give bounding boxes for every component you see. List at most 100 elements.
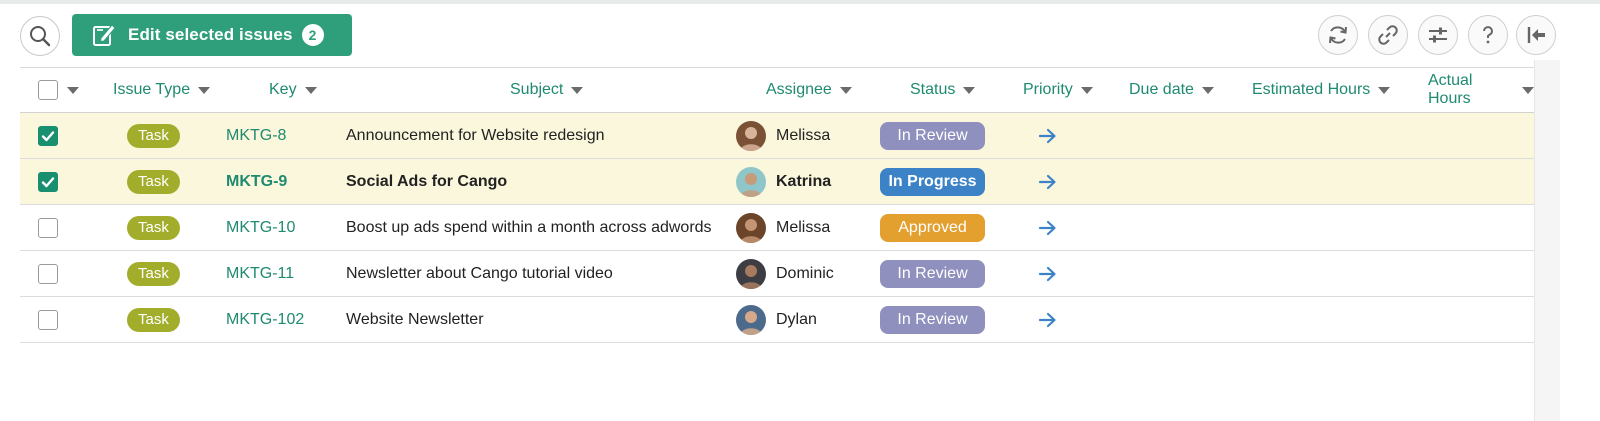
status-cell[interactable]: Approved [880, 205, 985, 250]
row-select[interactable] [38, 297, 58, 342]
row-checkbox[interactable] [38, 171, 58, 192]
issue-key-link[interactable]: MKTG-10 [226, 219, 295, 237]
assignee-cell[interactable]: Melissa [736, 113, 830, 158]
collapse-panel-button[interactable] [1516, 15, 1556, 55]
table-row[interactable]: Task MKTG-8 Announcement for Website red… [20, 113, 1534, 159]
sort-caret-icon[interactable] [963, 86, 976, 94]
subject-cell[interactable]: Website Newsletter [346, 297, 484, 342]
sort-caret-icon[interactable] [198, 86, 211, 94]
sort-caret-icon[interactable] [571, 86, 584, 94]
subject-cell[interactable]: Boost up ads spend within a month across… [346, 205, 712, 250]
issue-key-link[interactable]: MKTG-11 [226, 265, 294, 283]
issue-key-link[interactable]: MKTG-8 [226, 127, 286, 145]
issue-type-badge: Task [127, 123, 180, 148]
key-cell[interactable]: MKTG-10 [226, 205, 295, 250]
row-checkbox[interactable] [38, 125, 58, 146]
sort-caret-icon[interactable] [1378, 86, 1391, 94]
assignee-cell[interactable]: Dominic [736, 251, 834, 296]
column-header-subject[interactable]: Subject [510, 68, 584, 112]
status-badge[interactable]: In Review [880, 121, 985, 150]
assignee-name: Melissa [776, 126, 831, 144]
status-cell[interactable]: In Review [880, 113, 985, 158]
priority-cell [1038, 113, 1058, 158]
assignee-cell[interactable]: Melissa [736, 205, 830, 250]
table-row[interactable]: Task MKTG-9 Social Ads for Cango Katrina… [20, 159, 1534, 205]
issue-subject[interactable]: Social Ads for Cango [346, 173, 507, 191]
status-cell[interactable]: In Review [880, 297, 985, 342]
issue-subject[interactable]: Boost up ads spend within a month across… [346, 219, 712, 237]
issue-subject[interactable]: Newsletter about Cango tutorial video [346, 265, 613, 283]
select-all-control[interactable] [38, 68, 79, 112]
status-badge[interactable]: In Progress [880, 167, 985, 196]
issue-type-badge: Task [127, 261, 180, 286]
issue-key-link[interactable]: MKTG-102 [226, 311, 304, 329]
row-select[interactable] [38, 205, 58, 250]
assignee-name: Katrina [776, 172, 832, 190]
column-label: Issue Type [113, 81, 191, 98]
subject-cell[interactable]: Social Ads for Cango [346, 159, 507, 204]
column-header-status[interactable]: Status [910, 68, 976, 112]
edit-selected-issues-button[interactable]: Edit selected issues 2 [72, 14, 352, 56]
key-cell[interactable]: MKTG-11 [226, 251, 294, 296]
sort-caret-icon[interactable] [1522, 86, 1534, 94]
select-menu-caret-icon[interactable] [67, 86, 79, 94]
status-cell[interactable]: In Progress [880, 159, 985, 204]
table-row[interactable]: Task MKTG-10 Boost up ads spend within a… [20, 205, 1534, 251]
arrow-right-icon [1038, 174, 1056, 189]
column-label: Assignee [766, 81, 832, 98]
status-badge[interactable]: In Review [880, 259, 985, 288]
table-row[interactable]: Task MKTG-11 Newsletter about Cango tuto… [20, 251, 1534, 297]
status-badge[interactable]: In Review [880, 305, 985, 334]
sort-caret-icon[interactable] [839, 86, 852, 94]
assignee-name: Melissa [776, 218, 831, 236]
filter-settings-button[interactable] [1418, 15, 1458, 55]
column-header-assignee[interactable]: Assignee [766, 68, 852, 112]
column-header-issue-type[interactable]: Issue Type [113, 68, 211, 112]
arrow-right-icon [1038, 220, 1056, 235]
assignee-avatar [736, 120, 766, 151]
issue-key-link[interactable]: MKTG-9 [226, 173, 287, 191]
vertical-scrollbar[interactable] [1534, 60, 1560, 421]
priority-cell [1038, 159, 1058, 204]
priority-cell [1038, 297, 1058, 342]
row-select[interactable] [38, 251, 58, 296]
sort-caret-icon[interactable] [1080, 86, 1093, 94]
assignee-cell[interactable]: Dylan [736, 297, 817, 342]
select-all-checkbox[interactable] [38, 80, 58, 100]
refresh-button[interactable] [1318, 15, 1358, 55]
column-header-due-date[interactable]: Due date [1129, 68, 1214, 112]
sort-caret-icon[interactable] [304, 86, 317, 94]
assignee-avatar [736, 166, 766, 197]
table-body: Task MKTG-8 Announcement for Website red… [20, 113, 1534, 343]
column-header-key[interactable]: Key [269, 68, 317, 112]
column-header-actual-hours[interactable]: Actual Hours [1428, 68, 1534, 112]
key-cell[interactable]: MKTG-8 [226, 113, 286, 158]
row-checkbox[interactable] [38, 309, 58, 330]
assignee-cell[interactable]: Katrina [736, 159, 831, 204]
link-button[interactable] [1368, 15, 1408, 55]
sort-caret-icon[interactable] [1201, 86, 1214, 94]
table-row[interactable]: Task MKTG-102 Website Newsletter Dylan I… [20, 297, 1534, 343]
row-checkbox[interactable] [38, 217, 58, 238]
help-button[interactable] [1468, 15, 1508, 55]
row-checkbox[interactable] [38, 263, 58, 284]
key-cell[interactable]: MKTG-9 [226, 159, 287, 204]
assignee-avatar [736, 212, 766, 243]
issue-type-cell: Task [127, 297, 180, 342]
assignee-avatar [736, 258, 766, 289]
key-cell[interactable]: MKTG-102 [226, 297, 304, 342]
row-select[interactable] [38, 159, 58, 204]
status-cell[interactable]: In Review [880, 251, 985, 296]
search-button[interactable] [20, 16, 60, 56]
check-icon [41, 176, 55, 187]
subject-cell[interactable]: Newsletter about Cango tutorial video [346, 251, 613, 296]
column-header-estimated-hours[interactable]: Estimated Hours [1252, 68, 1391, 112]
subject-cell[interactable]: Announcement for Website redesign [346, 113, 605, 158]
issue-subject[interactable]: Announcement for Website redesign [346, 127, 605, 145]
selected-count-badge: 2 [301, 24, 324, 46]
row-select[interactable] [38, 113, 58, 158]
column-header-priority[interactable]: Priority [1023, 68, 1093, 112]
issue-subject[interactable]: Website Newsletter [346, 311, 484, 329]
edit-icon [93, 24, 116, 46]
status-badge[interactable]: Approved [880, 213, 985, 242]
